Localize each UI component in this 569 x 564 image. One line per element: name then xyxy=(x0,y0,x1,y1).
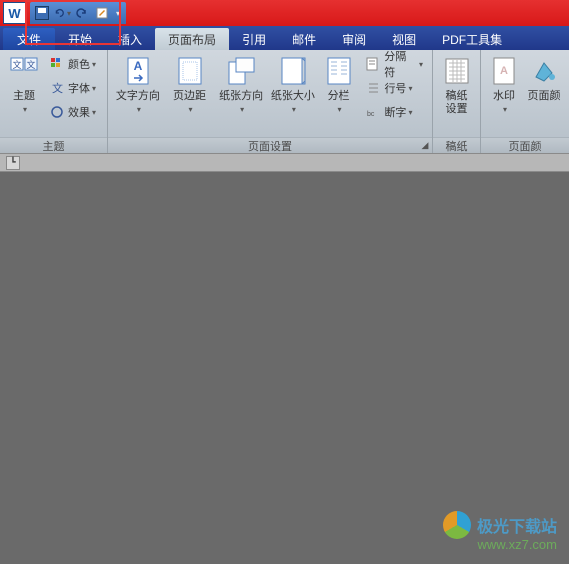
save-button[interactable] xyxy=(33,4,51,22)
watermark-title: 极光下载站 xyxy=(477,513,557,537)
dropdown-icon: ▾ xyxy=(23,103,27,116)
hyphenation-icon: bc xyxy=(365,104,381,120)
ruler-toggle[interactable]: ┗ xyxy=(6,156,20,170)
group-manuscript-label: 稿纸 xyxy=(433,137,480,153)
text-direction-button[interactable]: A 文字方向 ▾ xyxy=(112,53,164,118)
title-bar: W ▾ ▾ xyxy=(0,0,569,26)
site-watermark: 极光下载站 www.xz7.com xyxy=(443,511,557,552)
undo-button[interactable]: ▾ xyxy=(53,4,71,22)
svg-text:bc: bc xyxy=(367,111,375,118)
svg-text:文: 文 xyxy=(26,59,35,70)
colors-button[interactable]: 颜色▾ xyxy=(46,53,99,75)
redo-icon xyxy=(75,6,89,20)
group-theme-label: 主题 xyxy=(0,137,107,153)
fonts-button[interactable]: 文 字体▾ xyxy=(46,77,99,99)
manuscript-icon xyxy=(443,57,471,85)
watermark-icon: A xyxy=(491,56,517,86)
breaks-icon xyxy=(365,56,381,72)
undo-icon xyxy=(53,6,65,20)
tab-file[interactable]: 文件 xyxy=(3,28,55,50)
colors-icon xyxy=(49,56,65,72)
group-page-setup: A 文字方向 ▾ 页边距 ▾ xyxy=(108,50,433,153)
breaks-button[interactable]: 分隔符▾ xyxy=(362,53,426,75)
document-area: 极光下载站 www.xz7.com xyxy=(0,172,569,564)
qat-customize[interactable]: ▾ xyxy=(113,4,123,22)
tab-home[interactable]: 开始 xyxy=(55,28,105,50)
svg-text:文: 文 xyxy=(12,59,21,70)
tab-insert[interactable]: 插入 xyxy=(105,28,155,50)
ribbon: 文 文 主题 ▾ 颜色▾ 文 xyxy=(0,50,569,154)
tab-view[interactable]: 视图 xyxy=(379,28,429,50)
page-color-button[interactable]: 页面颜 xyxy=(523,53,565,105)
manuscript-settings-button[interactable]: 稿纸 设置 xyxy=(437,53,476,118)
group-page-setup-label: 页面设置 ◢ xyxy=(108,137,432,153)
effects-icon xyxy=(49,104,65,120)
tab-review[interactable]: 审阅 xyxy=(329,28,379,50)
redo-button[interactable] xyxy=(73,4,91,22)
orientation-button[interactable]: 纸张方向 ▾ xyxy=(215,53,267,118)
columns-icon xyxy=(325,56,353,86)
group-manuscript: 稿纸 设置 稿纸 xyxy=(433,50,481,153)
tab-references[interactable]: 引用 xyxy=(229,28,279,50)
svg-text:文: 文 xyxy=(52,81,63,95)
watermark-url: www.xz7.com xyxy=(478,537,557,552)
edit-icon xyxy=(95,6,109,20)
group-theme: 文 文 主题 ▾ 颜色▾ 文 xyxy=(0,50,108,153)
word-logo[interactable]: W xyxy=(3,2,26,24)
text-direction-icon: A xyxy=(124,56,152,86)
quick-access-toolbar: ▾ ▾ xyxy=(30,2,126,24)
theme-label: 主题 xyxy=(13,90,35,103)
svg-text:A: A xyxy=(133,59,142,73)
svg-text:A: A xyxy=(500,65,508,77)
dropdown-icon: ▾ xyxy=(67,9,71,18)
edit-button[interactable] xyxy=(93,4,111,22)
tab-strip: 文件 开始 插入 页面布局 引用 邮件 审阅 视图 PDF工具集 xyxy=(0,26,569,50)
size-icon xyxy=(279,56,307,86)
ruler-bar: ┗ xyxy=(0,154,569,172)
line-numbers-icon xyxy=(365,80,381,96)
page-color-icon xyxy=(530,57,558,85)
tab-mailings[interactable]: 邮件 xyxy=(279,28,329,50)
size-button[interactable]: 纸张大小 ▾ xyxy=(267,53,319,118)
theme-button[interactable]: 文 文 主题 ▾ xyxy=(4,53,44,118)
margins-button[interactable]: 页边距 ▾ xyxy=(164,53,216,118)
columns-button[interactable]: 分栏 ▾ xyxy=(319,53,359,118)
swirl-logo-icon xyxy=(443,511,471,539)
group-page-background: A 水印 ▾ 页面颜 页面颜 xyxy=(481,50,569,153)
save-icon xyxy=(35,6,49,20)
watermark-button[interactable]: A 水印 ▾ xyxy=(485,53,523,118)
orientation-icon xyxy=(226,56,256,86)
hyphenation-button[interactable]: bc 断字▾ xyxy=(362,101,426,123)
effects-button[interactable]: 效果▾ xyxy=(46,101,99,123)
tab-pdftools[interactable]: PDF工具集 xyxy=(429,28,515,50)
fonts-icon: 文 xyxy=(49,80,65,96)
line-numbers-button[interactable]: 行号▾ xyxy=(362,77,426,99)
margins-icon xyxy=(176,56,204,86)
tab-layout[interactable]: 页面布局 xyxy=(155,28,229,50)
page-setup-launcher[interactable]: ◢ xyxy=(420,140,430,150)
group-page-bg-label: 页面颜 xyxy=(481,137,569,153)
theme-icon: 文 文 xyxy=(9,56,39,86)
dropdown-icon: ▾ xyxy=(116,9,120,18)
